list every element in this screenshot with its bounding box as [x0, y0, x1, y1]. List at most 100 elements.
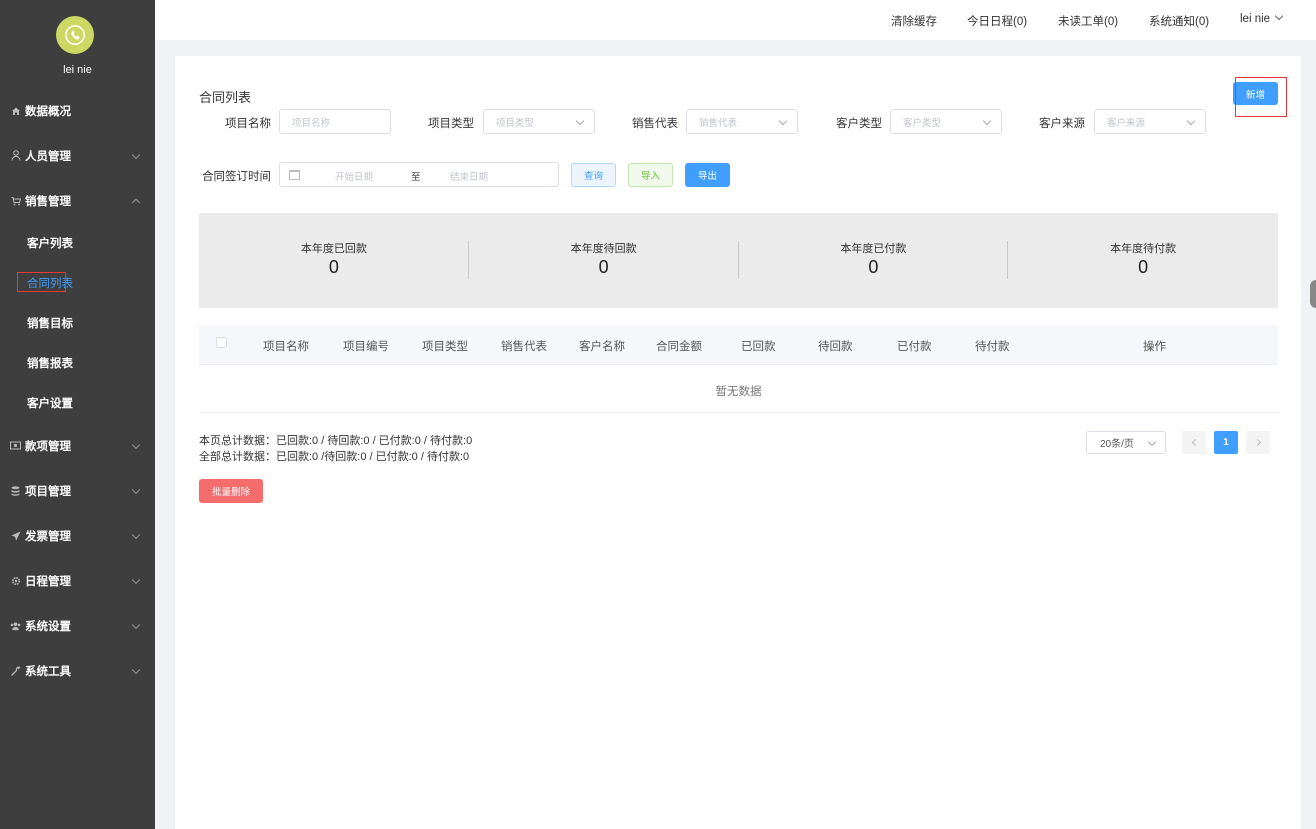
unread-orders-link[interactable]: 未读工单(0) — [1058, 13, 1118, 29]
import-button[interactable]: 导入 — [628, 163, 673, 187]
table-empty-state: 暂无数据 — [199, 365, 1278, 413]
chevron-down-icon — [131, 440, 141, 449]
prev-page-button[interactable] — [1182, 431, 1206, 454]
main-panel: 合同列表 新增 项目名称 项目名称 项目类型 项目类型 销售代表 销售代表 客户… — [175, 56, 1301, 829]
sign-time-label: 合同签订时间 — [202, 171, 271, 183]
sidebar-subitem-sales-target[interactable]: 销售目标 — [0, 303, 155, 343]
sidebar-item-sales[interactable]: 销售管理 — [0, 178, 155, 223]
customer-source-select[interactable]: 客户来源 — [1094, 109, 1206, 134]
today-schedule-link[interactable]: 今日日程(0) — [967, 13, 1027, 29]
chevron-down-icon — [1186, 116, 1196, 126]
user-menu[interactable]: lei nie — [1240, 11, 1284, 25]
stat-received: 本年度已回款 0 — [199, 213, 469, 308]
home-icon — [10, 105, 21, 116]
sidebar-username: lei nie — [63, 64, 92, 76]
highlight-box — [1235, 77, 1287, 117]
user-icon — [10, 150, 21, 161]
column-header: 客户名称 — [579, 341, 625, 353]
wrench-icon — [10, 665, 21, 676]
column-header: 项目类型 — [422, 341, 468, 353]
sidebar-menu: 数据概况 人员管理 销售管理 客户列表 合同列表 销售目标 销售报表 客户设置 … — [0, 88, 155, 693]
stat-label: 本年度待回款 — [570, 243, 637, 255]
project-name-input[interactable]: 项目名称 — [279, 109, 391, 134]
end-date-placeholder: 结束日期 — [450, 172, 489, 183]
column-header: 已回款 — [741, 341, 776, 353]
sidebar-item-system-settings[interactable]: 系统设置 — [0, 603, 155, 648]
page-size-value: 20条/页 — [1100, 439, 1134, 450]
batch-delete-button[interactable]: 批量删除 — [199, 479, 263, 503]
sidebar-item-projects[interactable]: 项目管理 — [0, 468, 155, 513]
sidebar-item-data-overview[interactable]: 数据概况 — [0, 88, 155, 133]
calendar-icon — [289, 170, 300, 180]
avatar[interactable] — [56, 16, 94, 54]
column-header: 项目名称 — [263, 341, 309, 353]
sidebar-item-label: 系统工具 — [25, 665, 71, 678]
chevron-down-icon — [575, 116, 585, 126]
sidebar-item-payments[interactable]: 款项管理 — [0, 423, 155, 468]
chevron-down-icon — [131, 575, 141, 584]
project-type-placeholder: 项目类型 — [496, 117, 535, 129]
chevron-right-icon — [1253, 438, 1261, 447]
column-header: 项目编号 — [343, 341, 389, 353]
customer-type-label: 客户类型 — [836, 118, 882, 130]
send-icon — [10, 530, 21, 541]
money-icon — [10, 440, 21, 451]
column-header: 合同金额 — [656, 341, 702, 353]
date-range-separator: 至 — [411, 172, 421, 183]
all-summary: 全部总计数据：已回款:0 /待回款:0 / 已付款:0 / 待付款:0 — [199, 451, 470, 463]
project-type-select[interactable]: 项目类型 — [483, 109, 595, 134]
page-number-button[interactable]: 1 — [1214, 431, 1238, 454]
chevron-down-icon — [131, 620, 141, 629]
sales-rep-select[interactable]: 销售代表 — [686, 109, 798, 134]
chevron-up-icon — [131, 198, 141, 207]
database-icon — [10, 485, 21, 496]
edge-scroll-handle[interactable] — [1310, 280, 1316, 308]
stat-value: 0 — [1138, 257, 1149, 277]
project-type-label: 项目类型 — [428, 118, 474, 130]
next-page-button[interactable] — [1246, 431, 1270, 454]
stat-to-receive: 本年度待回款 0 — [469, 213, 739, 308]
select-all-checkbox[interactable] — [216, 337, 227, 348]
start-date-placeholder: 开始日期 — [335, 172, 374, 183]
sidebar-item-personnel[interactable]: 人员管理 — [0, 133, 155, 178]
customer-type-select[interactable]: 客户类型 — [890, 109, 1002, 134]
chevron-down-icon — [131, 150, 141, 159]
chevron-left-icon — [1191, 438, 1199, 447]
gear-icon — [10, 575, 21, 586]
sidebar-item-system-tools[interactable]: 系统工具 — [0, 648, 155, 693]
sidebar-item-schedule[interactable]: 日程管理 — [0, 558, 155, 603]
phone-icon — [65, 25, 85, 45]
stat-value: 0 — [598, 257, 609, 277]
stat-label: 本年度待付款 — [1110, 243, 1177, 255]
customer-source-placeholder: 客户来源 — [1107, 117, 1146, 129]
sales-rep-label: 销售代表 — [632, 118, 678, 130]
sidebar-item-label: 销售管理 — [25, 195, 71, 208]
cart-icon — [10, 195, 21, 206]
sidebar-subitem-sales-report[interactable]: 销售报表 — [0, 343, 155, 383]
chevron-down-icon — [131, 485, 141, 494]
project-name-label: 项目名称 — [225, 118, 271, 130]
sidebar-subitem-customer-list[interactable]: 客户列表 — [0, 223, 155, 263]
clear-cache-link[interactable]: 清除缓存 — [891, 13, 937, 29]
chevron-down-icon — [982, 116, 992, 126]
column-header: 销售代表 — [501, 341, 547, 353]
page-size-select[interactable]: 20条/页 — [1086, 431, 1166, 454]
export-button[interactable]: 导出 — [685, 163, 730, 187]
sidebar-item-invoices[interactable]: 发票管理 — [0, 513, 155, 558]
column-header: 待付款 — [975, 341, 1010, 353]
sales-rep-placeholder: 销售代表 — [699, 117, 738, 129]
date-range-picker[interactable]: 开始日期 至 结束日期 — [279, 162, 559, 187]
sidebar-item-label: 人员管理 — [25, 150, 71, 163]
notifications-link[interactable]: 系统通知(0) — [1149, 13, 1209, 29]
query-button[interactable]: 查询 — [571, 163, 616, 187]
stat-value: 0 — [868, 257, 879, 277]
sidebar-subitem-customer-settings[interactable]: 客户设置 — [0, 383, 155, 423]
chevron-down-icon — [778, 116, 788, 126]
chevron-down-icon — [131, 665, 141, 674]
sidebar-item-label: 款项管理 — [25, 440, 71, 453]
top-bar: 清除缓存 今日日程(0) 未读工单(0) 系统通知(0) lei nie — [155, 0, 1316, 40]
chevron-down-icon — [1274, 11, 1284, 21]
sidebar-item-label: 系统设置 — [25, 620, 71, 633]
sidebar-subitem-contract-list[interactable]: 合同列表 — [0, 263, 155, 303]
customer-type-placeholder: 客户类型 — [903, 117, 942, 129]
